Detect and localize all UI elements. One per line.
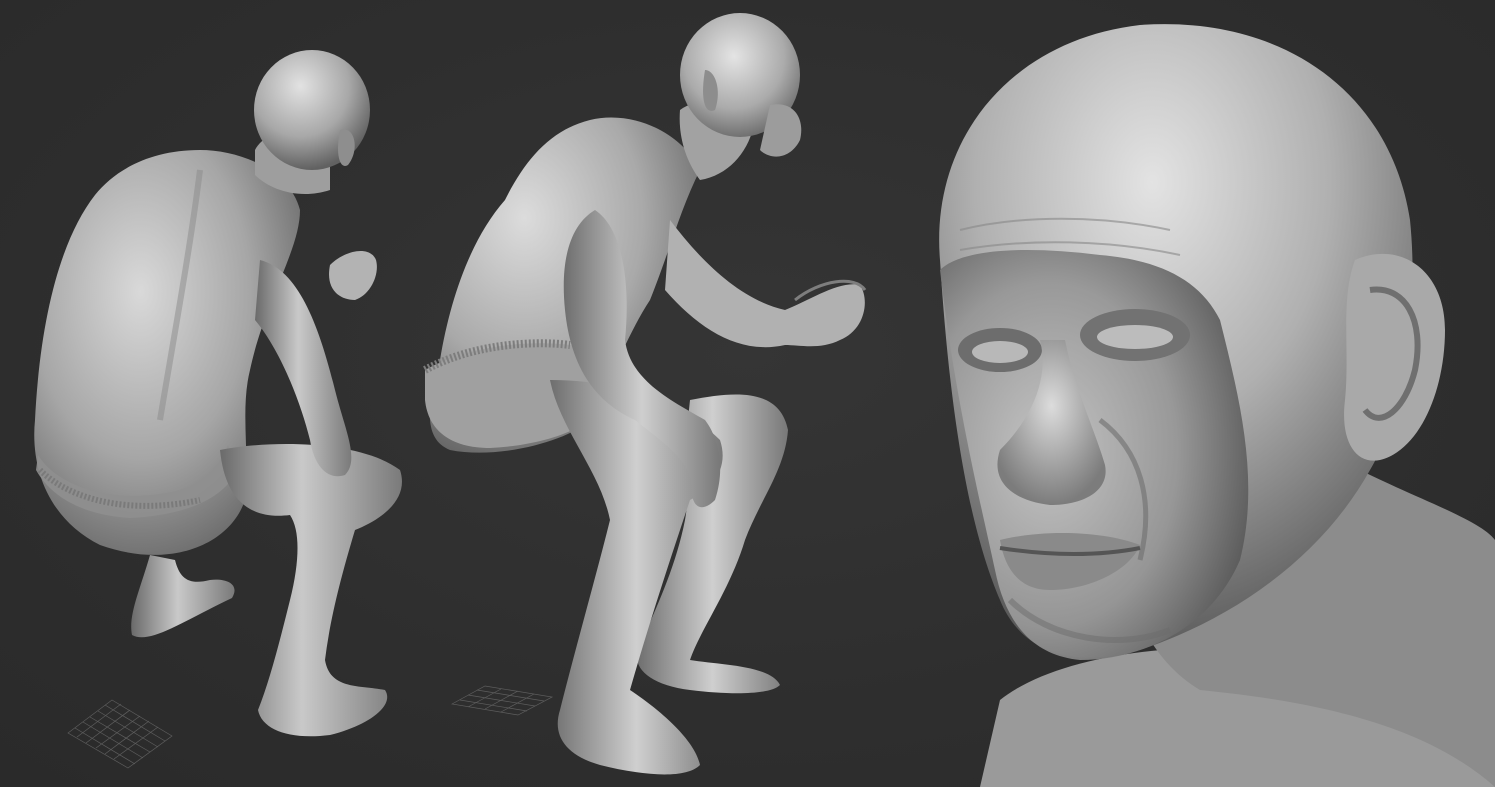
crouching-figure-side-view[interactable] xyxy=(400,0,960,787)
head-closeup-view[interactable] xyxy=(900,0,1495,787)
back-view-svg xyxy=(34,50,402,769)
floor-grid-left xyxy=(67,699,173,769)
head-closeup-svg xyxy=(939,24,1495,787)
crouching-figure-back-view[interactable] xyxy=(0,0,440,787)
sculpt-viewport[interactable] xyxy=(0,0,1495,787)
side-view-svg xyxy=(423,13,867,775)
floor-grid-middle xyxy=(450,685,554,716)
